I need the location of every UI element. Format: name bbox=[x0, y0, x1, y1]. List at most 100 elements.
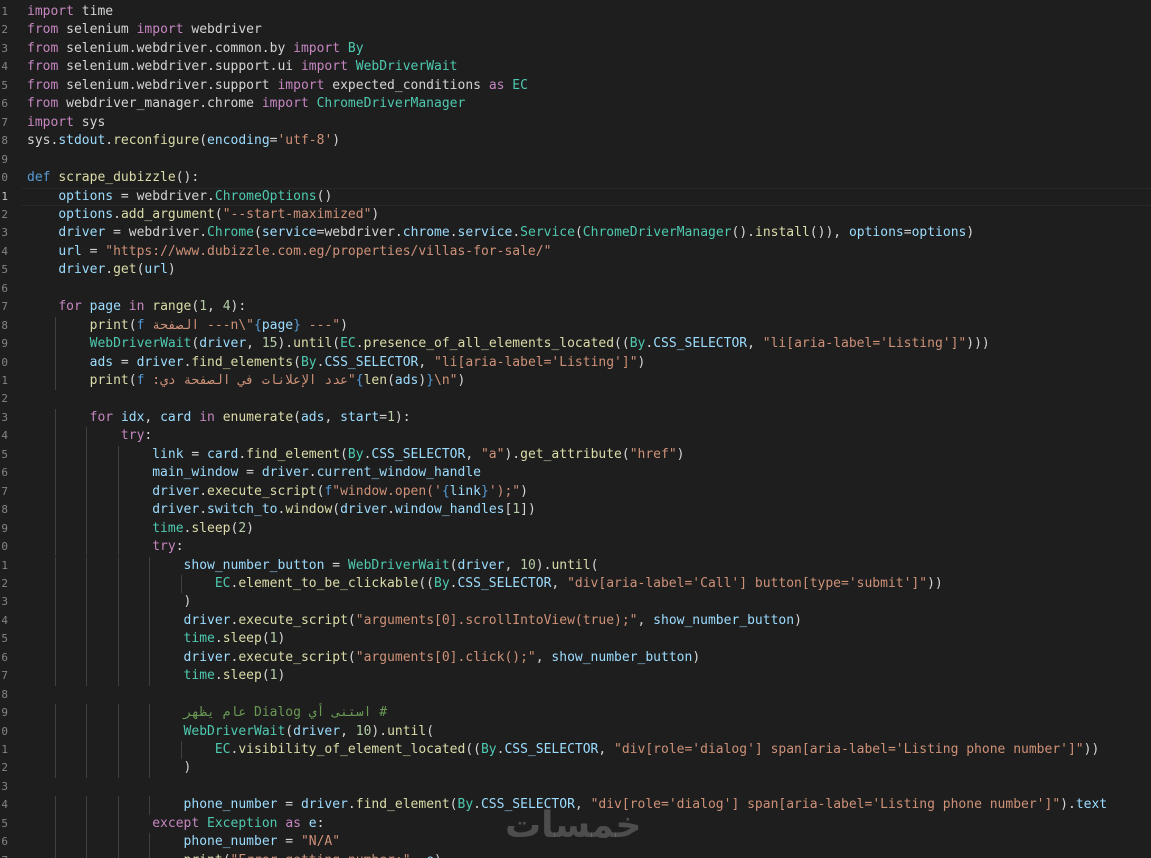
code-token: until bbox=[293, 336, 333, 352]
code-line[interactable]: time.sleep(1) bbox=[27, 667, 286, 685]
code-line[interactable]: from selenium.webdriver.support import e… bbox=[27, 77, 528, 95]
code-line[interactable]: sys.stdout.reconfigure(encoding='utf-8') bbox=[27, 132, 340, 150]
code-line[interactable]: phone_number = "N/A" bbox=[27, 833, 341, 851]
code-line[interactable]: driver.get(url) bbox=[27, 261, 176, 279]
line-number-gutter: 1 2 3 4 5 6 7 8 9 0 1 2 3 4 5 6 7 8 9 0 1 2 3 4 5 6 7 8 9 0 1 2 3 4 5 6 7 8 9 0… bbox=[0, 0, 22, 858]
code-editor[interactable]: 1 2 3 4 5 6 7 8 9 0 1 2 3 4 5 6 7 8 9 0 1 2 3 4 5 6 7 8 9 0 1 2 3 4 5 6 7 8 9 0… bbox=[0, 0, 1151, 858]
code-token: in bbox=[199, 409, 215, 425]
code-line[interactable]: url = "https://www.dubizzle.com.eg/prope… bbox=[27, 243, 551, 261]
code-token: "arguments[0].click();" bbox=[355, 649, 536, 665]
code-token: = bbox=[277, 797, 301, 813]
code-token: import bbox=[136, 22, 184, 38]
line-number: 7 bbox=[1, 300, 8, 314]
code-token: time bbox=[183, 631, 215, 647]
code-token: find_element bbox=[355, 797, 450, 813]
indent-guide bbox=[149, 556, 151, 575]
code-line[interactable]: print("Error getting number:", e) bbox=[27, 852, 442, 858]
code-line[interactable]: EC.element_to_be_clickable((By.CSS_SELEC… bbox=[27, 575, 943, 593]
code-line[interactable]: import sys bbox=[27, 114, 105, 132]
code-line[interactable]: print(f"\n--- الصفحة {page} ---") bbox=[27, 317, 348, 335]
code-line[interactable]: try: bbox=[27, 427, 152, 445]
code-line[interactable]: try: bbox=[27, 538, 183, 556]
code-line[interactable]: ) bbox=[27, 593, 192, 611]
code-token: ( bbox=[426, 723, 435, 739]
code-token: ( bbox=[347, 649, 356, 665]
code-token: until bbox=[387, 723, 427, 739]
code-line[interactable]: driver.execute_script("arguments[0].scro… bbox=[27, 612, 802, 630]
code-line[interactable]: ads = driver.find_elements(By.CSS_SELECT… bbox=[27, 354, 646, 372]
line-number: 6 bbox=[1, 281, 8, 295]
code-token: . bbox=[387, 502, 395, 518]
code-line[interactable]: driver.execute_script("arguments[0].clic… bbox=[27, 649, 701, 667]
indent-guide bbox=[86, 482, 88, 502]
indent-guide bbox=[86, 833, 88, 852]
code-line[interactable]: ) bbox=[27, 759, 192, 777]
code-line[interactable]: print(f"عدد الإعلانات في الصفحة دي: {len… bbox=[27, 372, 466, 390]
code-line[interactable]: from selenium.webdriver.common.by import… bbox=[27, 40, 364, 58]
code-token: = bbox=[113, 188, 137, 204]
indent-guide bbox=[117, 833, 119, 852]
code-line[interactable]: def scrape_dubizzle(): bbox=[27, 169, 199, 187]
code-token: webdriver_manager.chrome bbox=[66, 96, 254, 112]
code-line[interactable]: show_number_button = WebDriverWait(drive… bbox=[27, 557, 599, 575]
code-token: 2 bbox=[238, 520, 247, 536]
code-line[interactable]: main_window = driver.current_window_hand… bbox=[27, 464, 481, 482]
indent-guide bbox=[86, 611, 88, 631]
code-token: ( bbox=[293, 354, 301, 370]
code-line[interactable]: WebDriverWait(driver, 10).until( bbox=[27, 723, 434, 741]
indent-guide bbox=[54, 353, 56, 372]
indent-guide bbox=[117, 722, 119, 741]
code-token: { bbox=[254, 317, 262, 333]
code-token: ) bbox=[183, 760, 192, 776]
code-line[interactable]: driver = webdriver.Chrome(service=webdri… bbox=[27, 224, 974, 242]
code-line[interactable]: # استنى أي Dialog عام يظهر bbox=[27, 704, 388, 722]
code-token: ( bbox=[332, 336, 341, 352]
code-line[interactable]: link = card.find_element(By.CSS_SELECTOR… bbox=[27, 446, 684, 464]
code-token: EC bbox=[214, 742, 231, 757]
line-number: 6 bbox=[1, 97, 8, 111]
code-token: By bbox=[347, 40, 364, 56]
code-token: import bbox=[293, 40, 341, 56]
code-token: 1 bbox=[387, 409, 395, 425]
code-token: EC bbox=[214, 575, 231, 591]
code-line[interactable]: from selenium import webdriver bbox=[27, 21, 262, 39]
code-token: ) bbox=[332, 133, 341, 149]
code-token: ads bbox=[89, 354, 114, 370]
code-line[interactable]: options = webdriver.ChromeOptions() bbox=[27, 188, 332, 206]
code-token: "a" bbox=[480, 446, 505, 462]
code-token: selenium.webdriver.support bbox=[66, 77, 270, 93]
code-line[interactable]: driver.switch_to.window(driver.window_ha… bbox=[27, 501, 536, 519]
code-token: ( bbox=[128, 317, 137, 333]
code-line[interactable]: time.sleep(2) bbox=[27, 520, 254, 538]
line-number: 6 bbox=[1, 466, 8, 480]
code-line[interactable]: time.sleep(1) bbox=[27, 630, 286, 648]
code-token: import bbox=[27, 4, 74, 19]
line-number: 0 bbox=[1, 171, 8, 185]
code-line[interactable]: driver.execute_script(f"window.open('{li… bbox=[27, 483, 528, 501]
code-token: print bbox=[184, 853, 223, 858]
code-token: = bbox=[379, 409, 388, 425]
code-line[interactable]: from webdriver_manager.chrome import Chr… bbox=[27, 95, 465, 113]
indent-guide bbox=[117, 482, 119, 502]
code-line[interactable]: from selenium.webdriver.support.ui impor… bbox=[27, 58, 458, 76]
code-token: from bbox=[27, 96, 59, 112]
indent-guide bbox=[117, 519, 119, 539]
line-number: 2 bbox=[1, 392, 8, 406]
code-token: ) bbox=[167, 262, 176, 278]
code-line[interactable]: import time bbox=[27, 3, 113, 21]
code-line[interactable]: WebDriverWait(driver, 15).until(EC.prese… bbox=[27, 335, 990, 353]
code-line[interactable]: options.add_argument("--start-maximized"… bbox=[27, 206, 379, 224]
code-line[interactable]: EC.visibility_of_element_located((By.CSS… bbox=[27, 741, 1099, 759]
code-line[interactable]: for page in range(1, 4): bbox=[27, 298, 246, 316]
code-line[interactable]: for idx, card in enumerate(ads, start=1)… bbox=[27, 409, 411, 427]
code-line[interactable]: except Exception as e: bbox=[27, 815, 324, 833]
indent-guide bbox=[54, 372, 56, 391]
